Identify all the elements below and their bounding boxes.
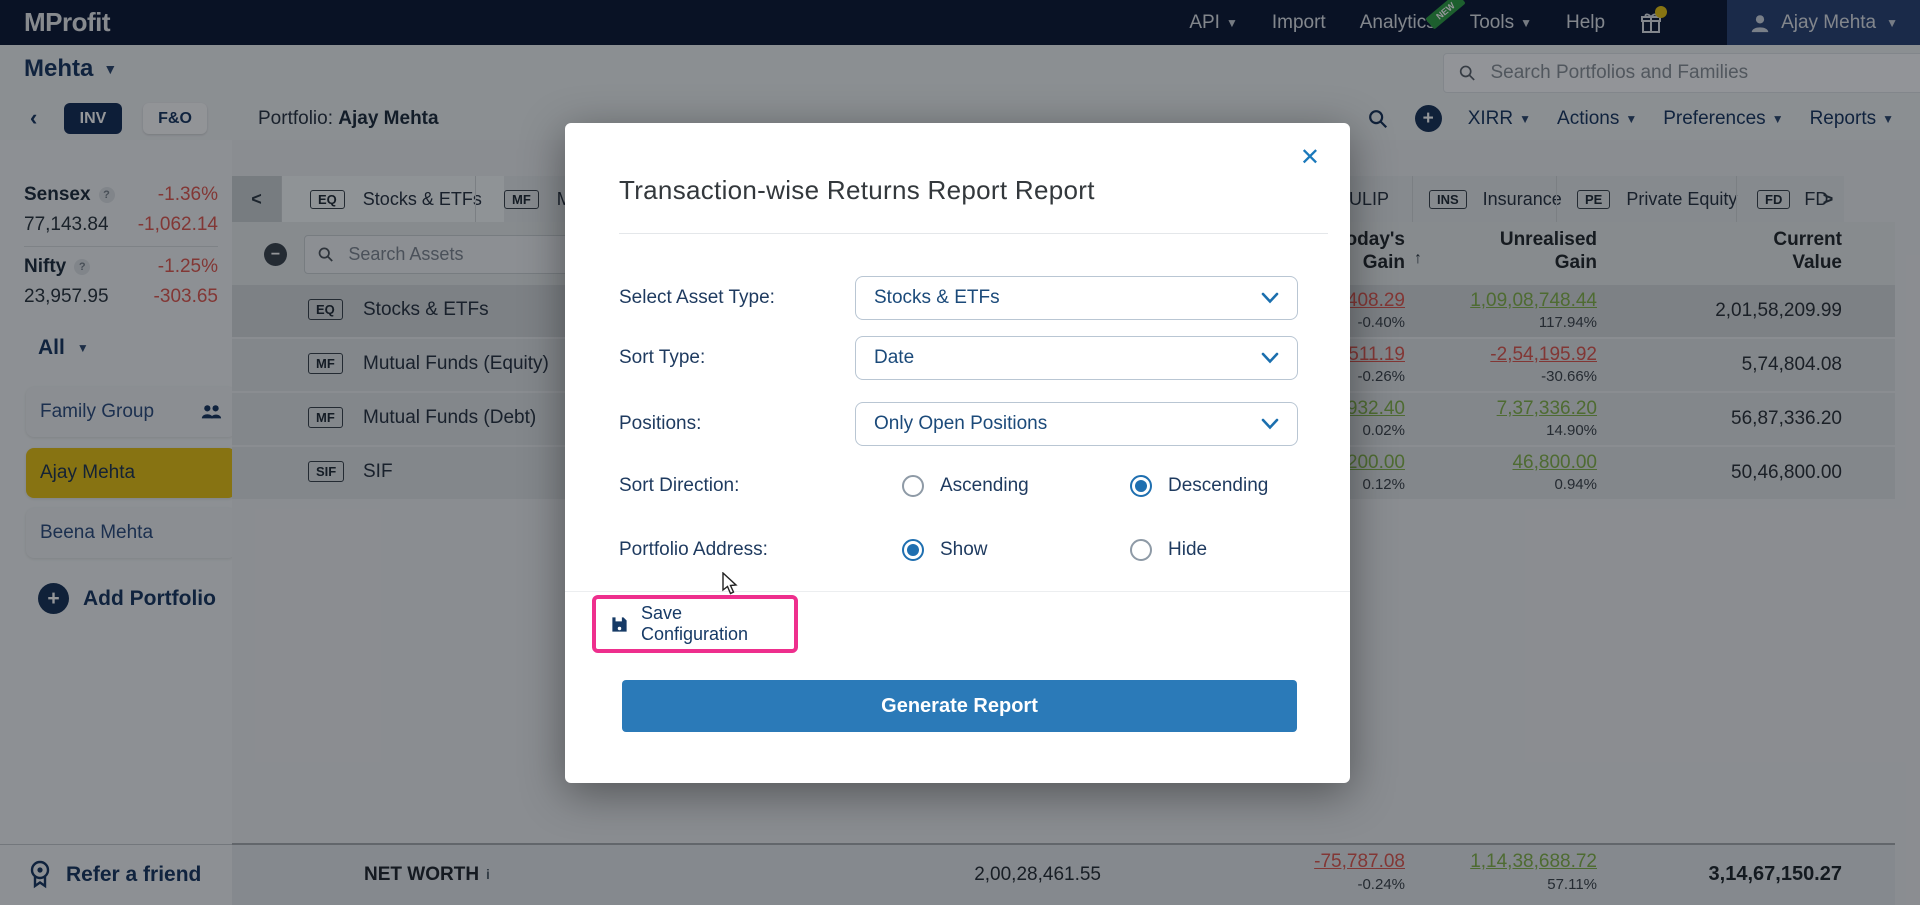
field-sort-direction: Sort Direction: Ascending Descending [619, 475, 1269, 497]
field-positions: Positions: Only Open Positions [619, 402, 1298, 446]
sort-type-select[interactable]: Date [855, 336, 1298, 380]
radio-descending[interactable]: Descending [1130, 475, 1268, 497]
field-sort-type: Sort Type: Date [619, 336, 1298, 380]
chevron-down-icon [1261, 292, 1279, 304]
radio-show[interactable]: Show [902, 539, 988, 561]
radio-hide[interactable]: Hide [1130, 539, 1207, 561]
positions-select[interactable]: Only Open Positions [855, 402, 1298, 446]
radio-checked-icon [902, 539, 924, 561]
field-portfolio-address: Portfolio Address: Show Hide [619, 539, 1208, 561]
app-window: MProfit API ▼ Import Analytics NEW Tools… [0, 0, 1920, 905]
radio-ascending[interactable]: Ascending [902, 475, 1029, 497]
divider [619, 233, 1328, 234]
report-config-modal: ✕ Transaction-wise Returns Report Report… [565, 123, 1350, 783]
radio-icon [902, 475, 924, 497]
save-icon [612, 616, 627, 632]
radio-checked-icon [1130, 475, 1152, 497]
asset-type-select[interactable]: Stocks & ETFs [855, 276, 1298, 320]
mouse-cursor [722, 572, 738, 595]
close-icon[interactable]: ✕ [1300, 143, 1320, 172]
generate-report-button[interactable]: Generate Report [622, 680, 1297, 732]
radio-icon [1130, 539, 1152, 561]
save-configuration-button[interactable]: Save Configuration [592, 595, 798, 653]
divider [565, 591, 1350, 592]
field-asset-type: Select Asset Type: Stocks & ETFs [619, 276, 1298, 320]
modal-title: Transaction-wise Returns Report Report [619, 175, 1095, 205]
chevron-down-icon [1261, 352, 1279, 364]
chevron-down-icon [1261, 418, 1279, 430]
